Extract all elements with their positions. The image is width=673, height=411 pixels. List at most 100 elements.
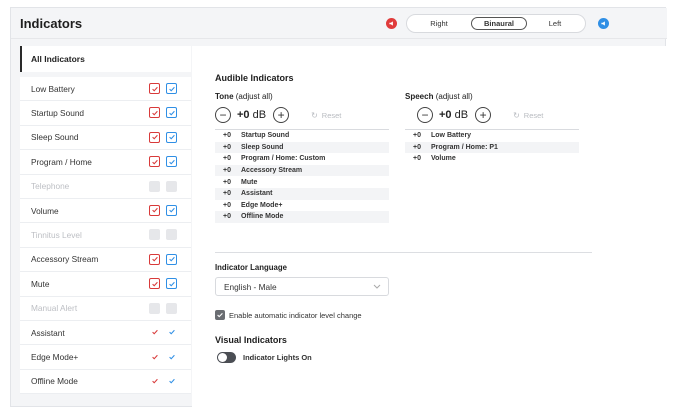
audible-indicators-title: Audible Indicators [215, 73, 294, 83]
chevron-down-icon [373, 284, 381, 289]
sidebar-item[interactable]: Offline Mode [20, 369, 191, 395]
sidebar-item[interactable]: Startup Sound [20, 101, 191, 126]
sidebar-item-label: Tinnitus Level [31, 230, 82, 241]
left-checkbox[interactable] [166, 156, 177, 168]
tone-controls: − +0 dB + ↻ Reset [215, 107, 341, 123]
tone-reset-button[interactable]: ↻ Reset [311, 111, 341, 120]
app-window: Indicators Right Binaural Left All Indic… [10, 7, 667, 407]
row-value: +0 [223, 178, 231, 186]
left-checkbox[interactable] [166, 204, 177, 216]
table-row[interactable]: +0 Accessory Stream [215, 164, 389, 177]
tone-value: +0 dB [237, 109, 267, 121]
left-checkmark-icon[interactable] [166, 351, 177, 362]
left-checkbox[interactable] [166, 278, 177, 290]
indicator-language-select[interactable]: English - Male [215, 277, 389, 296]
right-checkbox[interactable] [149, 156, 160, 168]
right-checkbox[interactable] [149, 83, 160, 94]
row-name: Program / Home: P1 [431, 143, 498, 151]
tone-decrease-button[interactable]: − [215, 107, 231, 123]
row-name: Accessory Stream [241, 167, 303, 175]
side-option-left[interactable]: Left [533, 17, 577, 30]
sidebar-item-label: Program / Home [31, 156, 92, 167]
right-checkbox [149, 229, 160, 241]
right-checkbox[interactable] [149, 204, 160, 216]
row-value: +0 [223, 190, 231, 198]
table-row[interactable]: +0 Volume [405, 153, 579, 165]
table-row[interactable]: +0 Low Battery [405, 130, 579, 142]
speech-decrease-button[interactable]: − [417, 107, 433, 123]
side-selector: Right Binaural Left [406, 14, 586, 33]
sidebar-item-label: Startup Sound [31, 108, 85, 119]
tone-increase-button[interactable]: + [273, 107, 290, 123]
sidebar-item[interactable]: Accessory Stream [20, 247, 191, 273]
row-name: Assistant [241, 190, 273, 198]
indicator-lights-toggle[interactable] [217, 352, 236, 363]
right-checkmark-icon[interactable] [149, 351, 160, 362]
table-row[interactable]: +0 Assistant [215, 187, 389, 200]
sidebar-item-label: Accessory Stream [31, 254, 99, 265]
left-checkbox[interactable] [166, 253, 177, 265]
table-row[interactable]: +0 Sleep Sound [215, 141, 389, 154]
table-row[interactable]: +0 Edge Mode+ [215, 200, 389, 212]
table-row[interactable]: +0 Program / Home: Custom [215, 153, 389, 165]
sidebar-item-label: Volume [31, 205, 59, 216]
row-name: Startup Sound [241, 132, 290, 140]
sidebar-item[interactable]: Telephone [20, 174, 191, 199]
left-checkmark-icon[interactable] [166, 376, 177, 387]
sidebar-item[interactable]: Assistant [20, 320, 191, 346]
right-checkmark-icon[interactable] [149, 376, 160, 387]
reset-icon: ↻ [513, 110, 520, 120]
right-checkmark-icon[interactable] [149, 327, 160, 338]
sidebar-item[interactable]: Edge Mode+ [20, 345, 191, 370]
row-value: +0 [413, 143, 421, 151]
row-value: +0 [223, 213, 231, 221]
left-checkbox [166, 180, 177, 192]
sidebar-item[interactable]: Tinnitus Level [20, 223, 191, 248]
sidebar-item[interactable]: Sleep Sound [20, 125, 191, 151]
left-checkbox[interactable] [166, 107, 177, 119]
left-checkbox[interactable] [166, 131, 177, 143]
sidebar-item-label: Low Battery [31, 83, 75, 94]
page-title: Indicators [20, 16, 83, 31]
speech-title: Speech (adjust all) [405, 92, 473, 101]
table-row[interactable]: +0 Program / Home: P1 [405, 141, 579, 154]
right-checkbox[interactable] [149, 107, 160, 119]
left-checkbox[interactable] [166, 83, 177, 94]
tone-label: Tone [215, 92, 234, 101]
table-row[interactable]: +0 Startup Sound [215, 130, 389, 142]
side-option-binaural[interactable]: Binaural [471, 17, 527, 30]
table-row[interactable]: +0 Offline Mode [215, 211, 389, 223]
table-row[interactable]: +0 Mute [215, 176, 389, 188]
visual-indicators-title: Visual Indicators [215, 335, 287, 345]
checkmark-icon [215, 310, 225, 320]
auto-level-label: Enable automatic indicator level change [229, 310, 362, 320]
row-name: Program / Home: Custom [241, 155, 326, 163]
speech-value: +0 dB [439, 109, 469, 121]
auto-level-checkbox[interactable]: Enable automatic indicator level change [215, 310, 362, 320]
indicator-language-value: English - Male [224, 281, 277, 292]
right-checkbox [149, 180, 160, 192]
sidebar-item[interactable]: Manual Alert [20, 296, 191, 321]
header-bar: Indicators Right Binaural Left [11, 8, 667, 39]
sidebar-item-all-indicators[interactable]: All Indicators [20, 46, 191, 72]
section-divider [215, 252, 592, 253]
speech-reset-button[interactable]: ↻ Reset [513, 111, 543, 120]
right-ear-icon [386, 18, 397, 29]
row-value: +0 [223, 143, 231, 151]
left-checkmark-icon[interactable] [166, 327, 177, 338]
row-name: Mute [241, 178, 258, 186]
speech-increase-button[interactable]: + [475, 107, 492, 123]
sidebar-item-label: Telephone [31, 181, 70, 192]
right-checkbox[interactable] [149, 131, 160, 143]
sidebar-item[interactable]: Mute [20, 272, 191, 297]
sidebar-item-label: Edge Mode+ [31, 351, 79, 362]
sidebar-item[interactable]: Program / Home [20, 150, 191, 175]
sidebar-item[interactable]: Volume [20, 198, 191, 224]
side-option-right[interactable]: Right [415, 17, 463, 30]
sidebar-item[interactable]: Low Battery [20, 77, 191, 102]
tone-title: Tone (adjust all) [215, 92, 273, 101]
row-value: +0 [413, 155, 421, 163]
row-name: Offline Mode [241, 213, 284, 221]
right-checkbox[interactable] [149, 253, 160, 265]
right-checkbox[interactable] [149, 278, 160, 290]
